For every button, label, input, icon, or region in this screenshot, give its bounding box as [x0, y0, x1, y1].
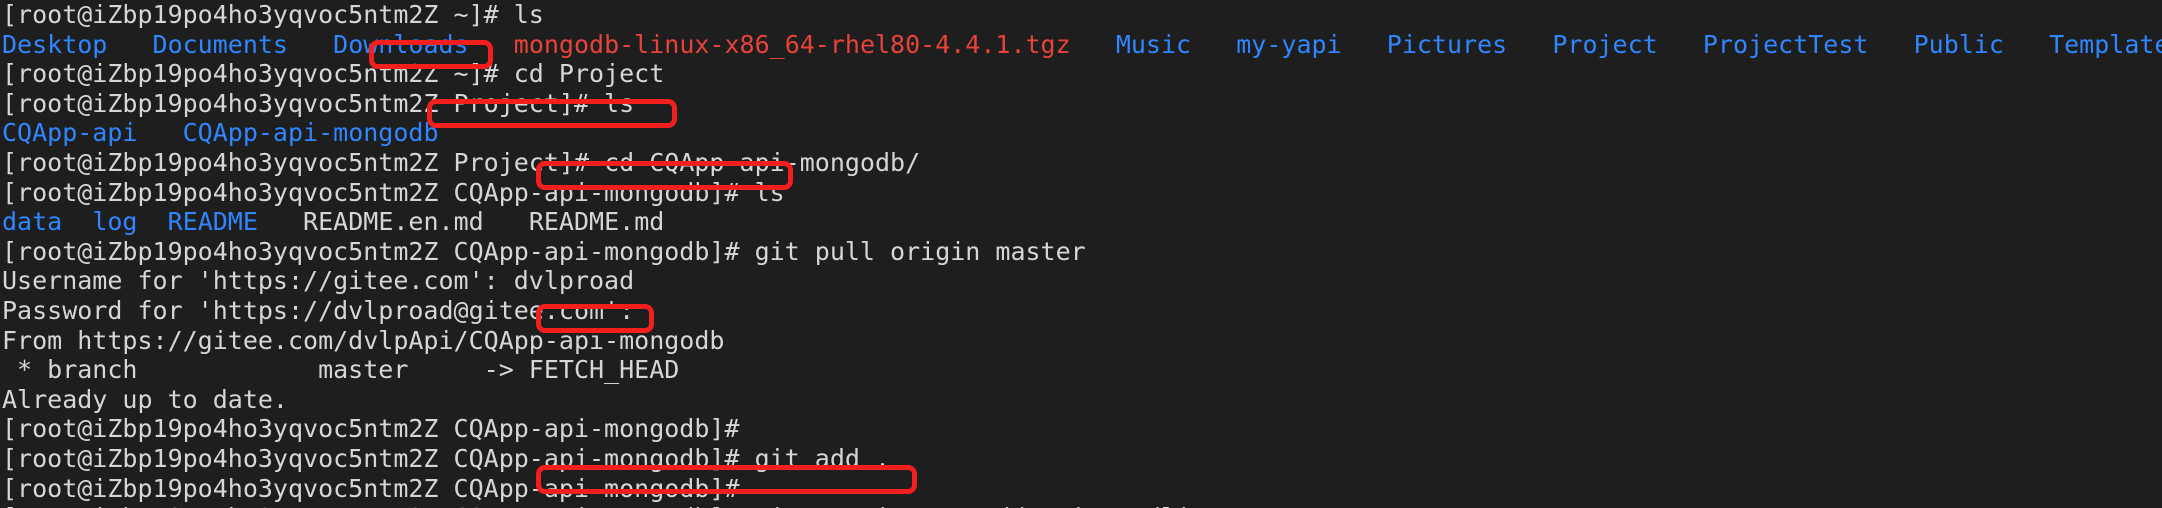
terminal-line: [root@iZbp19po4ho3yqvoc5ntm2Z CQApp-api-…: [0, 444, 2162, 474]
terminal-line: [root@iZbp19po4ho3yqvoc5ntm2Z CQApp-api-…: [0, 178, 2162, 208]
terminal-text-segment: * branch master -> FETCH_HEAD: [2, 355, 680, 385]
terminal-text-segment: ProjectTest: [1702, 29, 1869, 59]
terminal-text-segment: Password for 'https://dvlproad@gitee.com…: [2, 295, 650, 325]
terminal-text-segment: Desktop: [2, 29, 108, 59]
terminal-text-segment: [root@iZbp19po4ho3yqvoc5ntm2Z CQApp-api-…: [2, 473, 755, 503]
terminal-line: CQApp-api CQApp-api-mongodb: [0, 118, 2162, 148]
terminal-text-segment: Project: [1552, 29, 1658, 59]
terminal-text-segment: Public: [1913, 29, 2004, 59]
terminal-text-segment: [root@iZbp19po4ho3yqvoc5ntm2Z Project]#: [2, 147, 605, 177]
terminal-output: [root@iZbp19po4ho3yqvoc5ntm2Z ~]# ls Desk…: [0, 0, 2162, 508]
terminal-text-segment: [root@iZbp19po4ho3yqvoc5ntm2Z CQApp-api-…: [2, 236, 755, 266]
terminal-text-segment: cd Project: [513, 59, 665, 89]
terminal-line: [root@iZbp19po4ho3yqvoc5ntm2Z ~]# cd Pro…: [0, 59, 2162, 89]
terminal-text-segment: README: [167, 207, 258, 237]
terminal-text-segment: my-yapi: [1236, 29, 1342, 59]
terminal-text-segment: README.en.md README.md: [257, 207, 665, 237]
terminal-text-segment: log: [92, 207, 138, 237]
terminal-text-segment: Music: [1115, 29, 1192, 59]
terminal-text-segment: [root@iZbp19po4ho3yqvoc5ntm2Z ~]# ls: [2, 0, 544, 29]
terminal-text-segment: Templates: [2049, 29, 2162, 59]
terminal-text-segment: [root@iZbp19po4ho3yqvoc5ntm2Z CQApp-api-…: [2, 177, 785, 207]
terminal-text-segment: git add .: [754, 443, 891, 473]
terminal-line: Username for 'https://gitee.com': dvlpro…: [0, 266, 2162, 296]
terminal-line: [root@iZbp19po4ho3yqvoc5ntm2Z ~]# ls: [0, 0, 2162, 30]
terminal-text-segment: CQApp-api-mongodb: [182, 118, 439, 148]
terminal-text-segment: [root@iZbp19po4ho3yqvoc5ntm2Z CQApp-api-…: [2, 443, 755, 473]
terminal-line: [root@iZbp19po4ho3yqvoc5ntm2Z CQApp-api-…: [0, 237, 2162, 267]
terminal-line: data log README README.en.md README.md: [0, 207, 2162, 237]
terminal-text-segment: Username for 'https://gitee.com': dvlpro…: [2, 266, 635, 296]
terminal-text-segment: CQApp-api: [2, 118, 138, 148]
terminal-line: [root@iZbp19po4ho3yqvoc5ntm2Z CQApp-api-…: [0, 503, 2162, 508]
terminal-line: [root@iZbp19po4ho3yqvoc5ntm2Z CQApp-api-…: [0, 414, 2162, 444]
terminal-line: [root@iZbp19po4ho3yqvoc5ntm2Z CQApp-api-…: [0, 474, 2162, 504]
terminal-text-segment: From https://gitee.com/dvlpApi/CQApp-api…: [2, 325, 725, 355]
terminal-line: Desktop Documents Downloads mongodb-linu…: [0, 30, 2162, 60]
terminal-line: Password for 'https://dvlproad@gitee.com…: [0, 296, 2162, 326]
terminal-text-segment: [root@iZbp19po4ho3yqvoc5ntm2Z Project]# …: [2, 88, 635, 118]
terminal-text-segment: Downloads: [333, 29, 469, 59]
terminal-line: From https://gitee.com/dvlpApi/CQApp-api…: [0, 326, 2162, 356]
terminal-line: * branch master -> FETCH_HEAD: [0, 355, 2162, 385]
terminal-text-segment: cd CQApp-api-mongodb/: [604, 147, 921, 177]
terminal-line: [root@iZbp19po4ho3yqvoc5ntm2Z Project]# …: [0, 148, 2162, 178]
terminal-text-segment: [root@iZbp19po4ho3yqvoc5ntm2Z CQApp-api-…: [2, 414, 755, 444]
terminal-text-segment: data: [2, 207, 63, 237]
terminal-text-segment: Documents: [152, 29, 288, 59]
terminal-text-segment: git pull origin master: [754, 236, 1086, 266]
terminal-line: Already up to date.: [0, 385, 2162, 415]
terminal-line: [root@iZbp19po4ho3yqvoc5ntm2Z Project]# …: [0, 89, 2162, 119]
terminal-text-segment: [root@iZbp19po4ho3yqvoc5ntm2Z CQApp-api-…: [2, 503, 755, 508]
terminal-text-segment: Already up to date.: [2, 384, 288, 414]
terminal-window[interactable]: [root@iZbp19po4ho3yqvoc5ntm2Z ~]# ls Desk…: [0, 0, 2162, 508]
terminal-text-segment: git commit -m "add api cardlist": [755, 503, 1237, 508]
terminal-text-segment: mongodb-linux-x86_64-rhel80-4.4.1.tgz: [513, 29, 1071, 59]
terminal-text-segment: Pictures: [1386, 29, 1508, 59]
terminal-text-segment: [root@iZbp19po4ho3yqvoc5ntm2Z ~]#: [2, 59, 514, 89]
